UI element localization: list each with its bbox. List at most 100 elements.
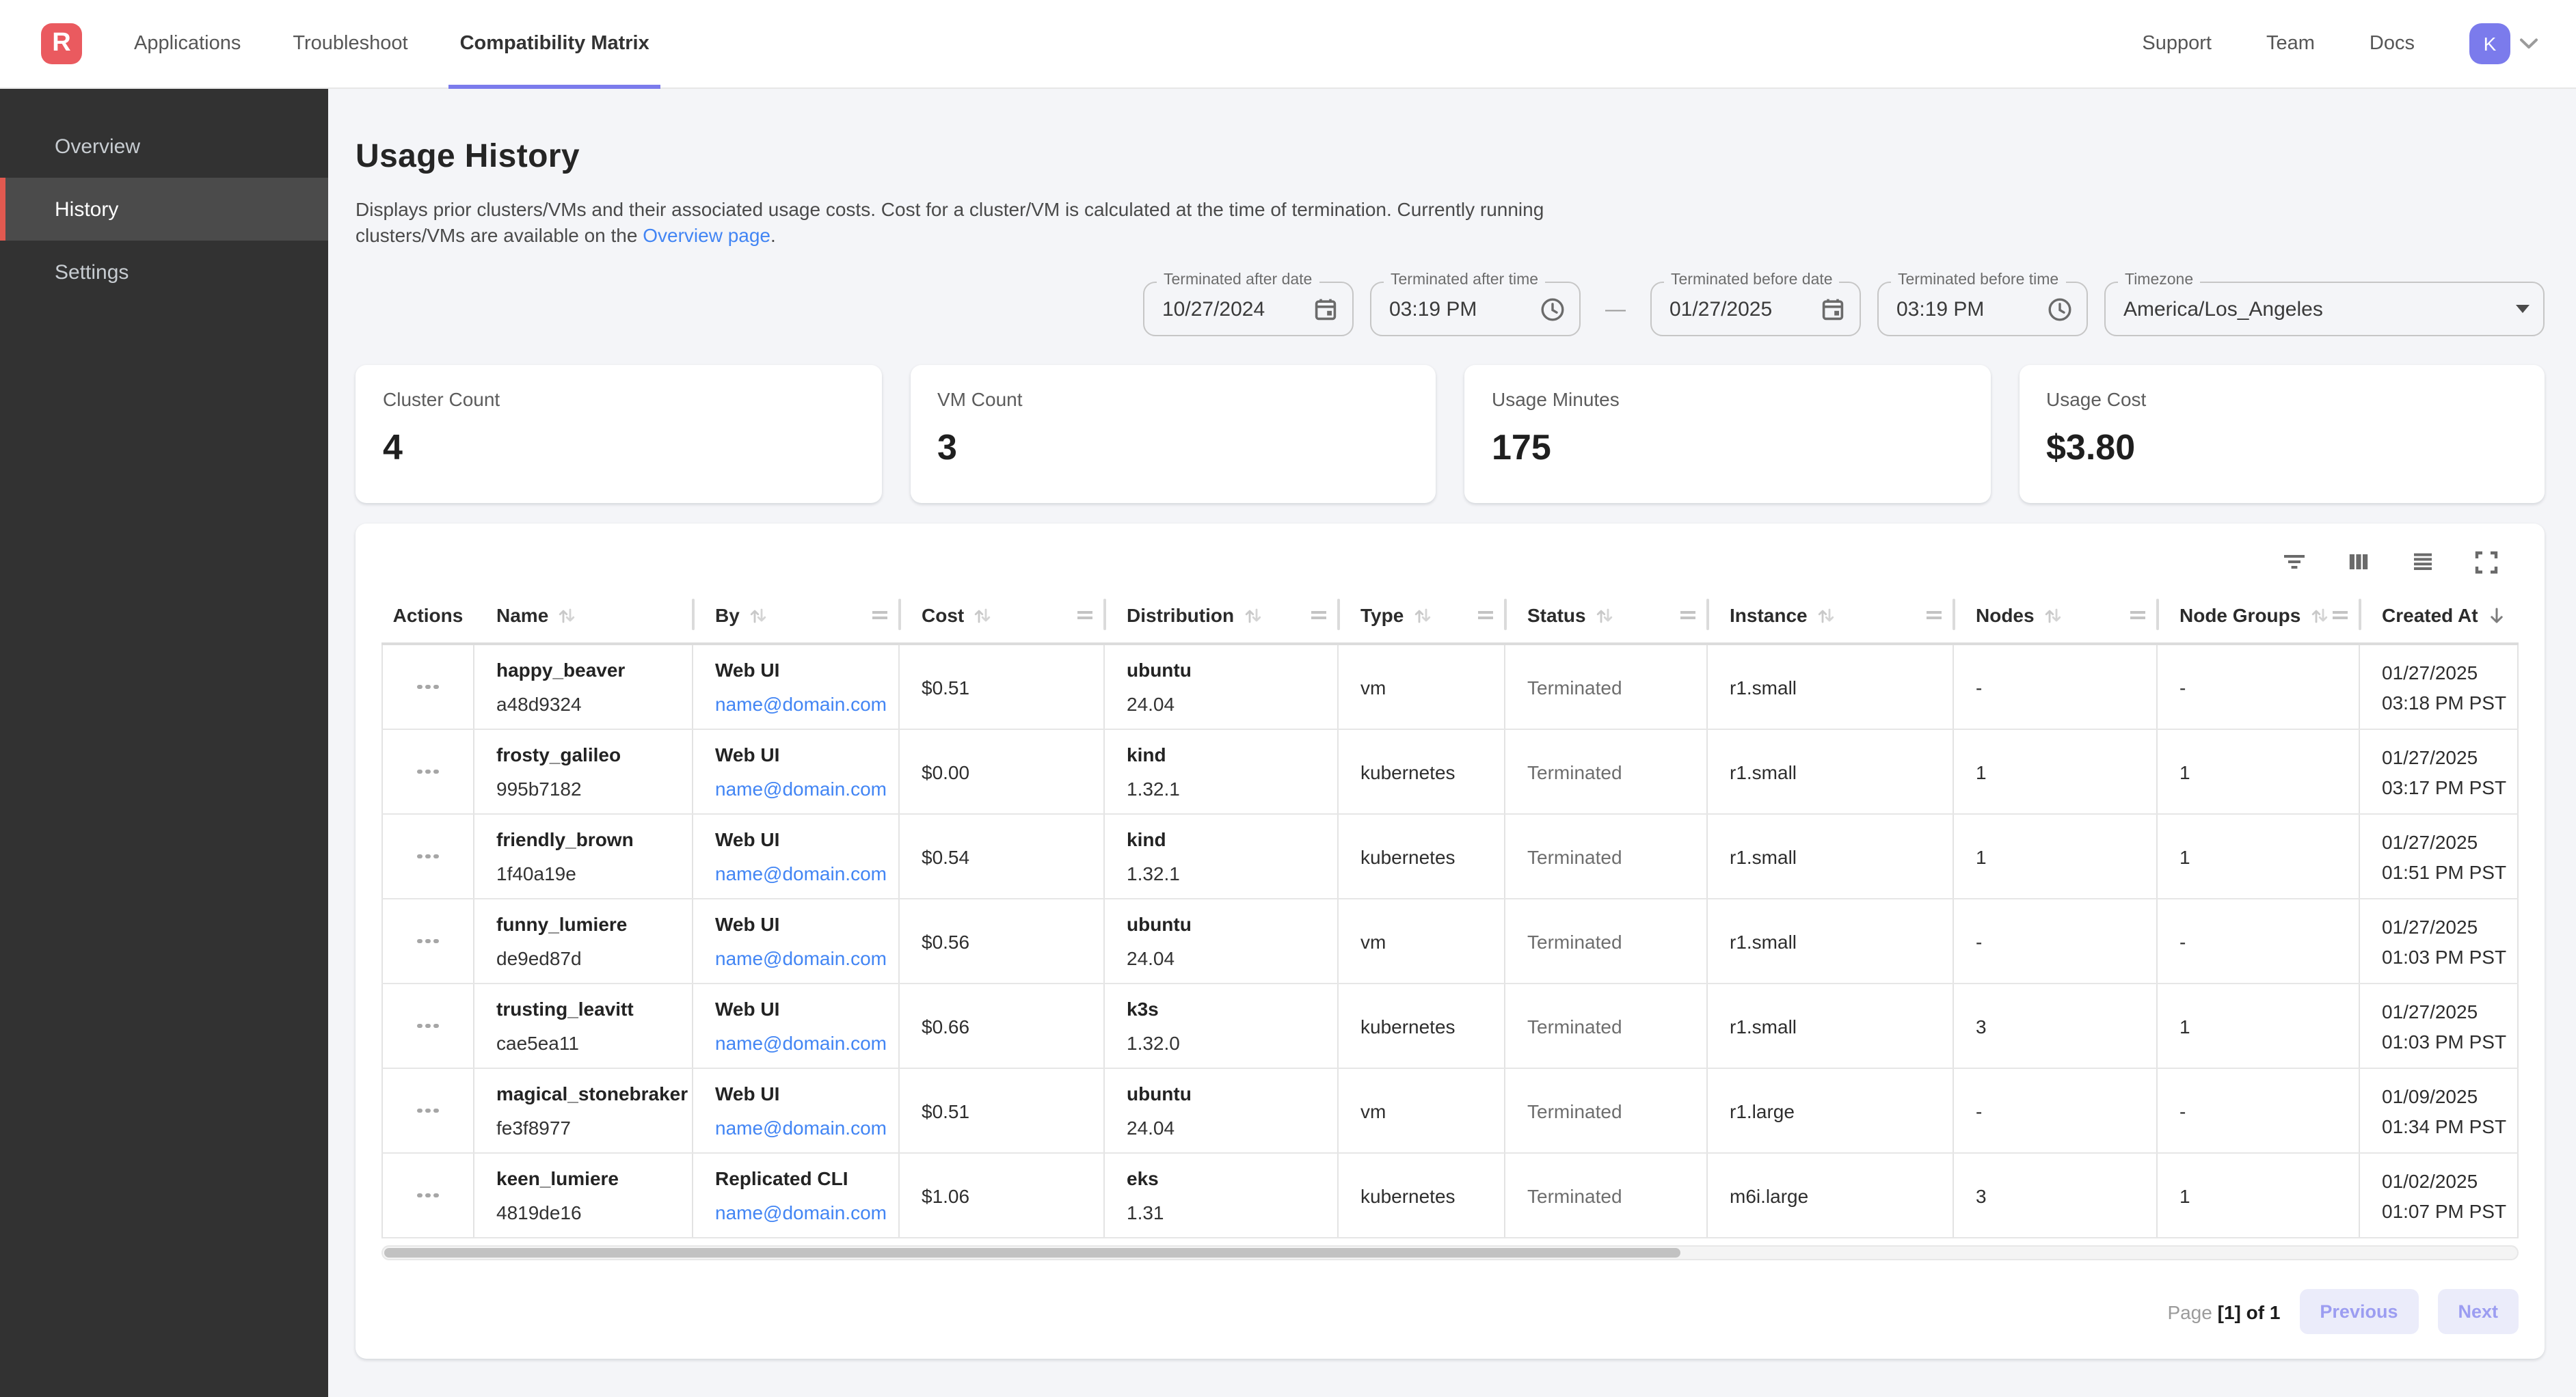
overview-page-link[interactable]: Overview page [643, 224, 770, 246]
column-menu-icon[interactable] [2333, 610, 2348, 621]
calendar-icon[interactable] [1820, 296, 1846, 322]
filter-icon[interactable] [2281, 548, 2308, 575]
scrollbar-thumb[interactable] [384, 1248, 1680, 1258]
sort-icon[interactable] [2044, 605, 2062, 625]
by-cell: Web UIname@domain.com [693, 1069, 900, 1152]
more-actions-icon[interactable] [418, 854, 439, 859]
email-link[interactable]: name@domain.com [715, 1202, 898, 1223]
columns-icon[interactable] [2345, 548, 2372, 575]
cost-cell: $0.54 [900, 815, 1105, 898]
email-link[interactable]: name@domain.com [715, 947, 898, 969]
column-menu-icon[interactable] [2130, 610, 2145, 621]
cost-cell: $1.06 [900, 1154, 1105, 1237]
sort-icon[interactable] [2310, 605, 2328, 625]
sort-desc-icon[interactable] [2488, 605, 2507, 625]
column-header-name[interactable]: Name [474, 588, 693, 642]
next-button[interactable]: Next [2437, 1289, 2519, 1334]
by-cell: Web UIname@domain.com [693, 984, 900, 1068]
sidebar-item-history[interactable]: History [0, 178, 328, 241]
sort-icon[interactable] [749, 605, 767, 625]
terminated-after-time-value[interactable]: 03:19 PM [1389, 297, 1477, 321]
user-menu[interactable]: K [2469, 23, 2538, 64]
timezone-select[interactable]: Timezone America/Los_Angeles [2104, 282, 2545, 336]
email-link[interactable]: name@domain.com [715, 778, 898, 800]
nav-docs[interactable]: Docs [2370, 0, 2415, 88]
column-header-status[interactable]: Status [1505, 588, 1708, 642]
calendar-icon[interactable] [1313, 296, 1339, 322]
column-header-type[interactable]: Type [1339, 588, 1505, 642]
column-header-distribution[interactable]: Distribution [1105, 588, 1339, 642]
nav-support[interactable]: Support [2142, 0, 2212, 88]
email-link[interactable]: name@domain.com [715, 693, 898, 715]
sort-icon[interactable] [558, 605, 576, 625]
nodes-cell: 1 [1954, 730, 2158, 813]
horizontal-scrollbar[interactable] [381, 1245, 2519, 1260]
column-menu-icon[interactable] [872, 610, 887, 621]
more-actions-icon[interactable] [418, 770, 439, 774]
table-row: friendly_brown1f40a19e Web UIname@domain… [381, 815, 2519, 899]
distribution-cell: ubuntu24.04 [1105, 645, 1339, 729]
cost-cell: $0.56 [900, 899, 1105, 983]
replicated-logo[interactable]: R [41, 23, 82, 64]
column-menu-icon[interactable] [1680, 610, 1695, 621]
terminated-before-time-field[interactable]: Terminated before time 03:19 PM [1877, 282, 2088, 336]
column-header-nodes[interactable]: Nodes [1954, 588, 2158, 642]
previous-button[interactable]: Previous [2299, 1289, 2418, 1334]
column-header-created-at[interactable]: Created At [2360, 588, 2519, 642]
email-link[interactable]: name@domain.com [715, 1032, 898, 1054]
sort-icon[interactable] [1413, 605, 1431, 625]
table-row: trusting_leavittcae5ea11 Web UIname@doma… [381, 984, 2519, 1069]
density-icon[interactable] [2409, 548, 2437, 575]
sort-icon[interactable] [1244, 605, 1261, 625]
terminated-before-time-value[interactable]: 03:19 PM [1896, 297, 1984, 321]
more-actions-icon[interactable] [418, 939, 439, 944]
sort-icon[interactable] [1817, 605, 1835, 625]
email-link[interactable]: name@domain.com [715, 1117, 898, 1139]
terminated-after-time-field[interactable]: Terminated after time 03:19 PM [1370, 282, 1581, 336]
email-link[interactable]: name@domain.com [715, 863, 898, 884]
column-menu-icon[interactable] [1927, 610, 1942, 621]
instance-cell: m6i.large [1708, 1154, 1954, 1237]
status-cell: Terminated [1505, 984, 1708, 1068]
user-avatar[interactable]: K [2469, 23, 2510, 64]
more-actions-icon[interactable] [418, 685, 439, 690]
nav-troubleshoot[interactable]: Troubleshoot [293, 0, 407, 88]
table-row: frosty_galileo995b7182 Web UIname@domain… [381, 730, 2519, 815]
column-header-instance[interactable]: Instance [1708, 588, 1954, 642]
sort-icon[interactable] [1596, 605, 1613, 625]
terminated-after-date-field[interactable]: Terminated after date 10/27/2024 [1143, 282, 1354, 336]
column-header-node-groups[interactable]: Node Groups [2158, 588, 2360, 642]
nav-team[interactable]: Team [2266, 0, 2315, 88]
nav-compatibility-matrix[interactable]: Compatibility Matrix [460, 0, 649, 88]
clock-icon[interactable] [2047, 296, 2073, 322]
terminated-before-date-value[interactable]: 01/27/2025 [1669, 297, 1772, 321]
more-actions-icon[interactable] [418, 1109, 439, 1113]
terminated-after-date-value[interactable]: 10/27/2024 [1162, 297, 1265, 321]
chevron-down-icon[interactable] [2520, 38, 2538, 49]
by-cell: Web UIname@domain.com [693, 645, 900, 729]
sidebar-item-overview[interactable]: Overview [0, 115, 328, 178]
status-cell: Terminated [1505, 730, 1708, 813]
more-actions-icon[interactable] [418, 1024, 439, 1029]
column-menu-icon[interactable] [1077, 610, 1092, 621]
node-groups-cell: 1 [2158, 1154, 2360, 1237]
instance-cell: r1.small [1708, 815, 1954, 898]
stat-label: Usage Minutes [1492, 388, 1963, 410]
column-menu-icon[interactable] [1478, 610, 1493, 621]
column-header-by[interactable]: By [693, 588, 900, 642]
column-menu-icon[interactable] [1311, 610, 1326, 621]
node-groups-cell: 1 [2158, 815, 2360, 898]
clock-icon[interactable] [1540, 296, 1566, 322]
created-at-cell: 01/27/202503:18 PM PST [2360, 645, 2519, 729]
sidebar-item-settings[interactable]: Settings [0, 241, 328, 303]
sort-icon[interactable] [974, 605, 991, 625]
timezone-value[interactable]: America/Los_Angeles [2123, 297, 2323, 321]
nav-applications[interactable]: Applications [134, 0, 241, 88]
dropdown-caret-icon[interactable] [2516, 305, 2530, 313]
terminated-before-date-field[interactable]: Terminated before date 01/27/2025 [1650, 282, 1861, 336]
fullscreen-icon[interactable] [2473, 549, 2499, 575]
more-actions-icon[interactable] [418, 1193, 439, 1198]
stats-row: Cluster Count 4 VM Count 3 Usage Minutes… [355, 365, 2545, 503]
column-header-cost[interactable]: Cost [900, 588, 1105, 642]
type-cell: vm [1339, 1069, 1505, 1152]
